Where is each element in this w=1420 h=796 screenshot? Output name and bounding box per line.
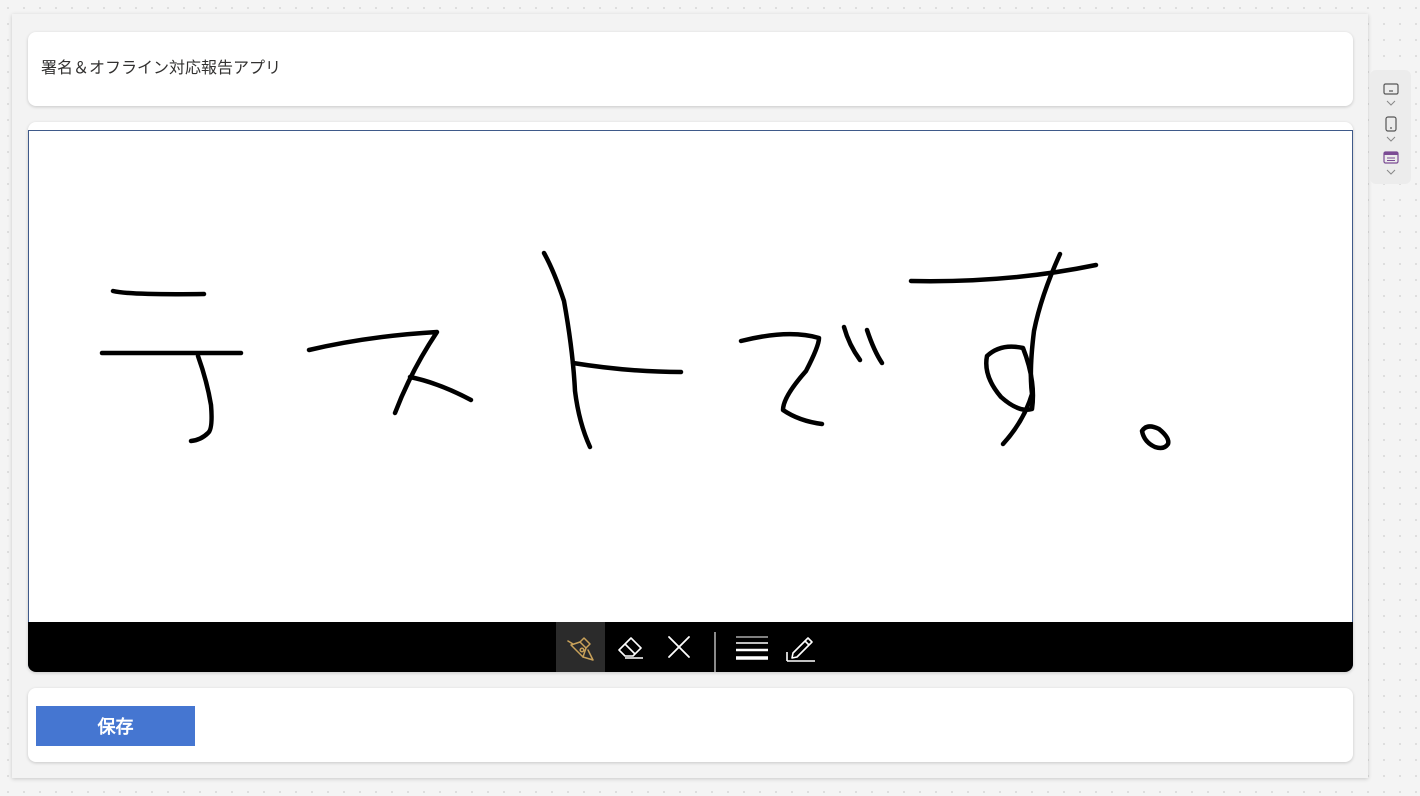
ink-stroke — [864, 327, 885, 366]
layout-phone-button[interactable] — [1382, 116, 1400, 146]
layout-desktop-icon — [1383, 83, 1399, 106]
ink-stroke — [908, 262, 1099, 284]
eraser-tool-button[interactable] — [605, 622, 654, 672]
pen-input-card — [28, 122, 1353, 672]
ink-stroke — [541, 250, 593, 450]
app-canvas: 署名＆オフライン対応報告アプリ 保存 — [12, 14, 1368, 778]
ink-stroke — [841, 324, 863, 363]
pen-color-icon — [785, 637, 815, 662]
layout-tablet-icon — [1383, 151, 1399, 175]
pen-toolbar — [28, 622, 1353, 672]
clear-icon — [667, 636, 690, 658]
clear-tool-button[interactable] — [654, 622, 703, 672]
pen-icon — [566, 637, 594, 661]
ink-stroke — [1000, 251, 1063, 447]
stroke-width-icon — [735, 636, 768, 660]
ink-stroke — [570, 360, 684, 375]
footer-card: 保存 — [28, 688, 1353, 762]
pen-tool-button[interactable] — [556, 622, 605, 672]
layout-tablet-button[interactable] — [1382, 150, 1400, 180]
eraser-icon — [617, 637, 643, 659]
ink-drawing — [99, 250, 1171, 451]
ink-stroke — [738, 331, 825, 427]
layout-phone-icon — [1385, 116, 1397, 142]
app-title: 署名＆オフライン対応報告アプリ — [41, 58, 282, 77]
ink-stroke — [984, 344, 1036, 412]
toolbar-separator — [714, 632, 716, 672]
side-rail — [1370, 70, 1411, 184]
ink-stroke — [110, 288, 207, 297]
pen-color-button[interactable] — [776, 622, 825, 672]
ink-stroke — [407, 374, 474, 403]
ink-stroke — [306, 329, 440, 416]
save-button[interactable]: 保存 — [36, 706, 195, 746]
pen-input[interactable] — [28, 130, 1353, 672]
header-card: 署名＆オフライン対応報告アプリ — [28, 32, 1353, 106]
stroke-width-button[interactable] — [727, 622, 776, 672]
layout-desktop-button[interactable] — [1382, 82, 1400, 112]
ink-stroke — [1139, 424, 1171, 451]
ink-stroke — [188, 353, 214, 444]
